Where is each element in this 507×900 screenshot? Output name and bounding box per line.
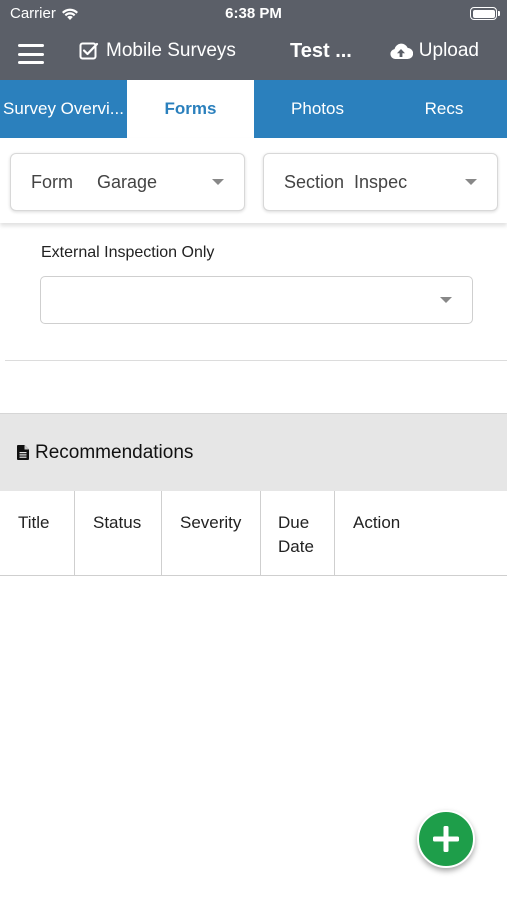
column-header-status: Status [75, 491, 162, 576]
hamburger-icon[interactable] [18, 44, 44, 64]
status-bar: Carrier 6:38 PM [0, 0, 507, 28]
form-picker-value: Garage [97, 171, 158, 192]
column-header-due-date: Due Date [261, 491, 335, 576]
checkbox-icon [79, 42, 99, 60]
app-title: Mobile Surveys [79, 40, 236, 62]
tab-label: Forms [164, 99, 217, 118]
column-header-title: Title [0, 491, 75, 576]
status-time: 6:38 PM [225, 5, 282, 22]
tab-forms[interactable]: Forms [127, 80, 254, 138]
recommendations-table-header: Title Status Severity Due Date Action [0, 491, 507, 576]
upload-button[interactable]: Upload [389, 40, 479, 62]
recommendations-title: Recommendations [35, 441, 194, 463]
app-title-label: Mobile Surveys [106, 40, 236, 61]
tab-label: Survey Overvi... [3, 99, 124, 118]
column-header-severity: Severity [162, 491, 261, 576]
divider [5, 360, 507, 361]
tab-photos[interactable]: Photos [254, 80, 381, 138]
form-picker-label: Form [31, 171, 73, 192]
section-picker[interactable]: Section Inspec [263, 153, 498, 211]
question-dropdown[interactable] [40, 276, 473, 324]
section-picker-value: Inspec [354, 171, 408, 192]
add-recommendation-button[interactable] [417, 810, 475, 868]
top-bar: Carrier 6:38 PM Mobile Surveys Test ... [0, 0, 507, 80]
cloud-upload-icon [390, 43, 413, 60]
form-section-pickers: Form Garage Section Inspec [0, 138, 507, 223]
plus-icon [433, 826, 459, 852]
form-picker[interactable]: Form Garage [10, 153, 245, 211]
tab-label: Recs [424, 99, 464, 118]
section-picker-label: Section [284, 171, 345, 192]
tab-bar: Survey Overvi... Forms Photos Recs [0, 80, 507, 138]
survey-title: Test ... [290, 40, 352, 62]
caret-down-icon [465, 179, 477, 185]
nav-bar: Mobile Surveys Test ... Upload [0, 28, 507, 80]
upload-label: Upload [418, 40, 479, 61]
column-header-action: Action [353, 513, 401, 532]
caret-down-icon [212, 179, 224, 185]
tab-recs[interactable]: Recs [381, 80, 507, 138]
battery-icon [470, 7, 500, 20]
question-label: External Inspection Only [41, 244, 215, 261]
caret-down-icon [440, 297, 452, 303]
tab-survey-overview[interactable]: Survey Overvi... [0, 80, 127, 138]
document-icon [17, 445, 29, 460]
tab-label: Photos [291, 99, 344, 118]
recommendations-header: Recommendations [0, 413, 507, 491]
